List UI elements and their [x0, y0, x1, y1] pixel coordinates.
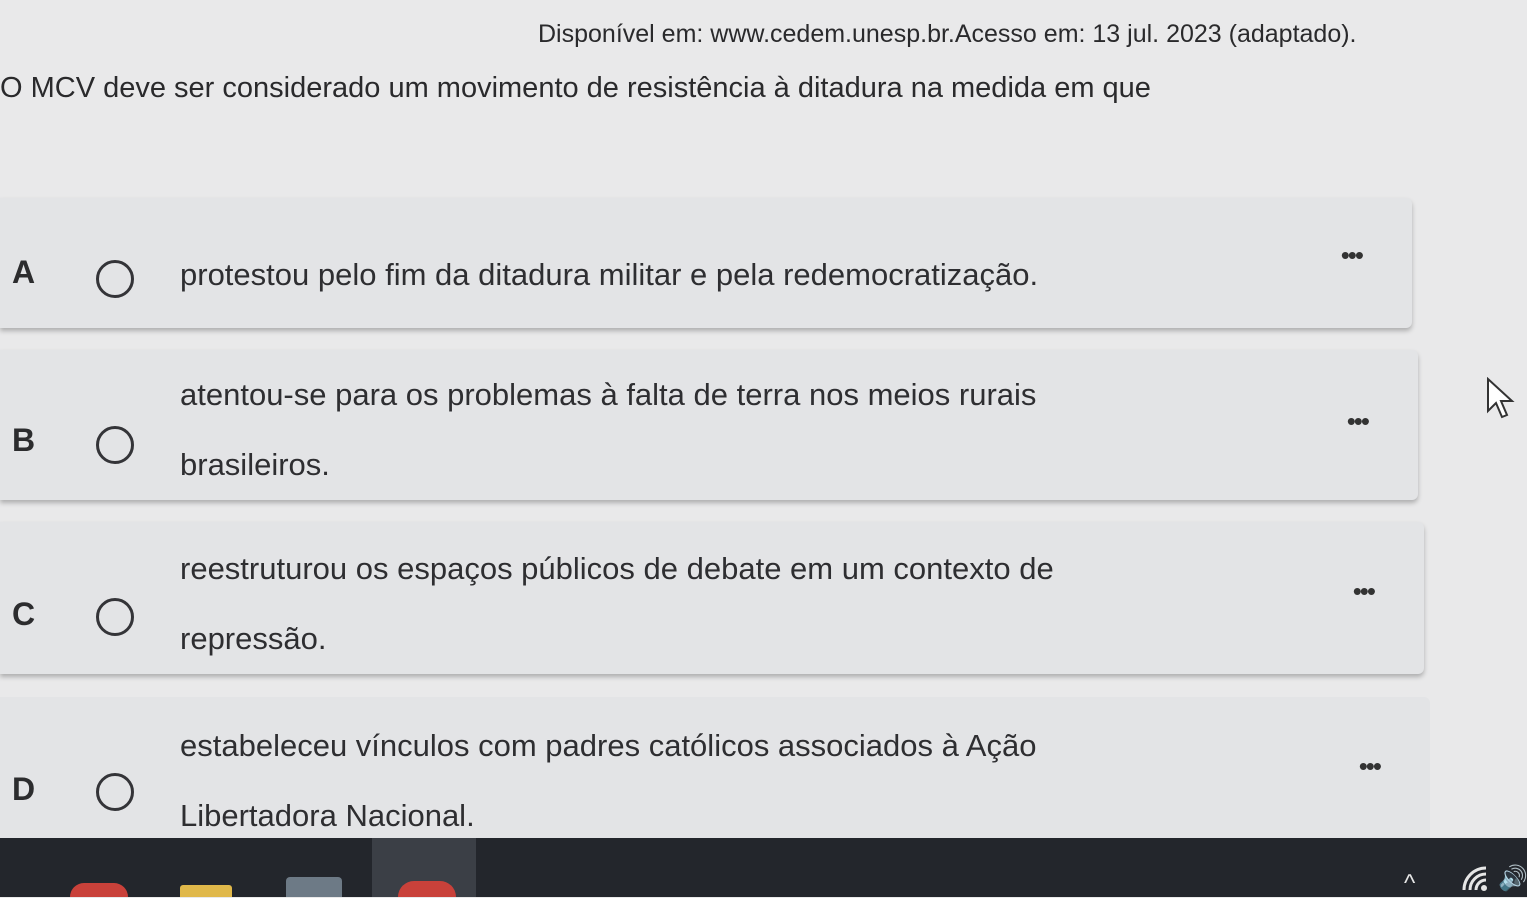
option-a[interactable]: A protestou pelo fim da ditadura militar…	[0, 198, 1412, 328]
wifi-icon[interactable]	[1462, 866, 1492, 892]
option-text: protestou pelo fim da ditadura militar e…	[180, 257, 1039, 292]
option-radio[interactable]	[96, 598, 134, 636]
source-citation: Disponível em: www.cedem.unesp.br.Acesso…	[538, 20, 1357, 48]
chevron-up-icon[interactable]: ^	[1404, 870, 1415, 898]
option-text-line-1: reestruturou os espaços públicos de deba…	[180, 551, 1054, 586]
option-radio[interactable]	[96, 426, 134, 464]
question-prompt: O MCV deve ser considerado um movimento …	[0, 72, 1151, 104]
option-radio[interactable]	[96, 773, 134, 811]
option-letter: C	[12, 596, 36, 632]
option-d[interactable]: D estabeleceu vínculos com padres católi…	[0, 697, 1430, 857]
folder-icon[interactable]	[180, 885, 232, 897]
option-letter: D	[12, 771, 36, 807]
option-letter: A	[12, 254, 36, 290]
more-options-icon[interactable]: •••	[1341, 240, 1364, 271]
option-text-line-2: repressão.	[180, 621, 327, 656]
option-text-line-1: atentou-se para os problemas à falta de …	[180, 377, 1037, 412]
more-options-icon[interactable]: •••	[1359, 751, 1382, 782]
more-options-icon[interactable]: •••	[1347, 406, 1370, 437]
more-options-icon[interactable]: •••	[1353, 576, 1376, 607]
option-b[interactable]: B atentou-se para os problemas à falta d…	[0, 350, 1418, 500]
speaker-icon[interactable]: 🔊	[1498, 864, 1527, 893]
chrome-icon-active[interactable]	[398, 881, 456, 897]
chrome-icon[interactable]	[70, 883, 128, 897]
taskbar: ^ 🔊	[0, 838, 1527, 897]
option-letter: B	[12, 422, 36, 458]
option-text-line-2: brasileiros.	[180, 447, 330, 482]
mouse-cursor-icon	[1487, 377, 1515, 419]
app-icon[interactable]	[286, 877, 342, 897]
option-radio[interactable]	[96, 260, 134, 298]
option-text-line-1: estabeleceu vínculos com padres católico…	[180, 728, 1037, 763]
option-c[interactable]: C reestruturou os espaços públicos de de…	[0, 522, 1424, 674]
